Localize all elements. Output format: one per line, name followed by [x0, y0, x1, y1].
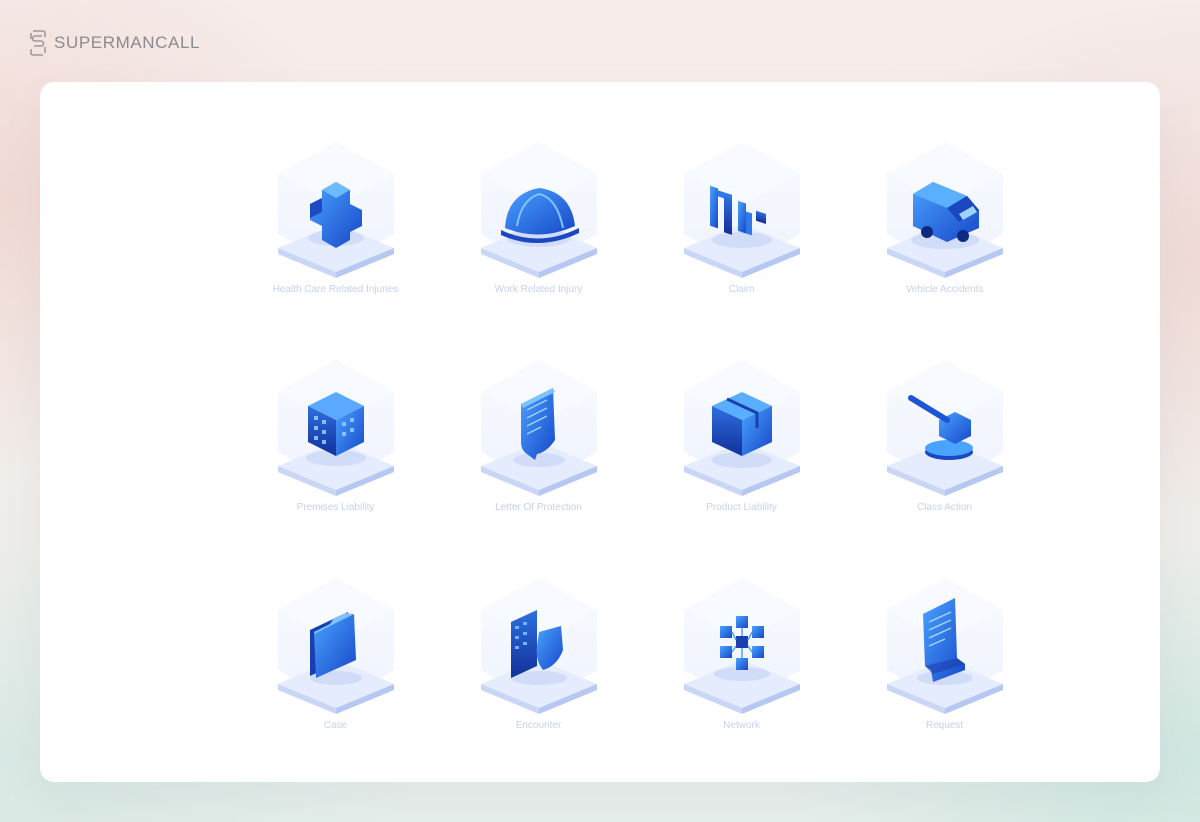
category-vehicle-accidents[interactable]: Vehicle Accidents: [843, 138, 1046, 356]
category-label: Letter Of Protection: [495, 502, 582, 513]
icon-showcase-card: Health Care Related Injuries Work Relate…: [40, 82, 1160, 782]
category-work-injury[interactable]: Work Related Injury: [437, 138, 640, 356]
category-label: Health Care Related Injuries: [272, 284, 399, 295]
report-shield-icon: [477, 574, 601, 714]
receipt-icon: [883, 574, 1007, 714]
icon-grid: Health Care Related Injuries Work Relate…: [234, 138, 1046, 792]
category-label: Product Liability: [706, 502, 777, 513]
brand-header[interactable]: SUPERMANCALL: [30, 30, 200, 56]
medical-cross-icon: [274, 138, 398, 278]
category-product-liability[interactable]: Product Liability: [640, 356, 843, 574]
category-class-action[interactable]: Class Action: [843, 356, 1046, 574]
category-encounter[interactable]: Encounter: [437, 574, 640, 792]
folder-icon: [274, 574, 398, 714]
category-request[interactable]: Request: [843, 574, 1046, 792]
building-icon: [274, 356, 398, 496]
category-label: Network: [723, 720, 760, 731]
category-label: Work Related Injury: [494, 284, 583, 295]
gavel-icon: [883, 356, 1007, 496]
category-label: Request: [925, 720, 964, 731]
category-premises-liability[interactable]: Premises Liability: [234, 356, 437, 574]
category-label: Case: [323, 720, 348, 731]
document-scroll-icon: [477, 356, 601, 496]
hard-hat-icon: [477, 138, 601, 278]
package-box-icon: [680, 356, 804, 496]
category-health-care[interactable]: Health Care Related Injuries: [234, 138, 437, 356]
category-claim[interactable]: Claim: [640, 138, 843, 356]
category-label: Premises Liability: [296, 502, 375, 513]
van-icon: [883, 138, 1007, 278]
category-label: Class Action: [916, 502, 973, 513]
category-network[interactable]: Network: [640, 574, 843, 792]
claim-letters-icon: [680, 138, 804, 278]
category-label: Vehicle Accidents: [905, 284, 984, 295]
brand-logo-icon: [30, 30, 46, 56]
category-label: Claim: [728, 284, 755, 295]
brand-name: SUPERMANCALL: [54, 33, 201, 52]
category-case[interactable]: Case: [234, 574, 437, 792]
category-letter-of-protection[interactable]: Letter Of Protection: [437, 356, 640, 574]
category-label: Encounter: [515, 720, 562, 731]
network-cubes-icon: [680, 574, 804, 714]
